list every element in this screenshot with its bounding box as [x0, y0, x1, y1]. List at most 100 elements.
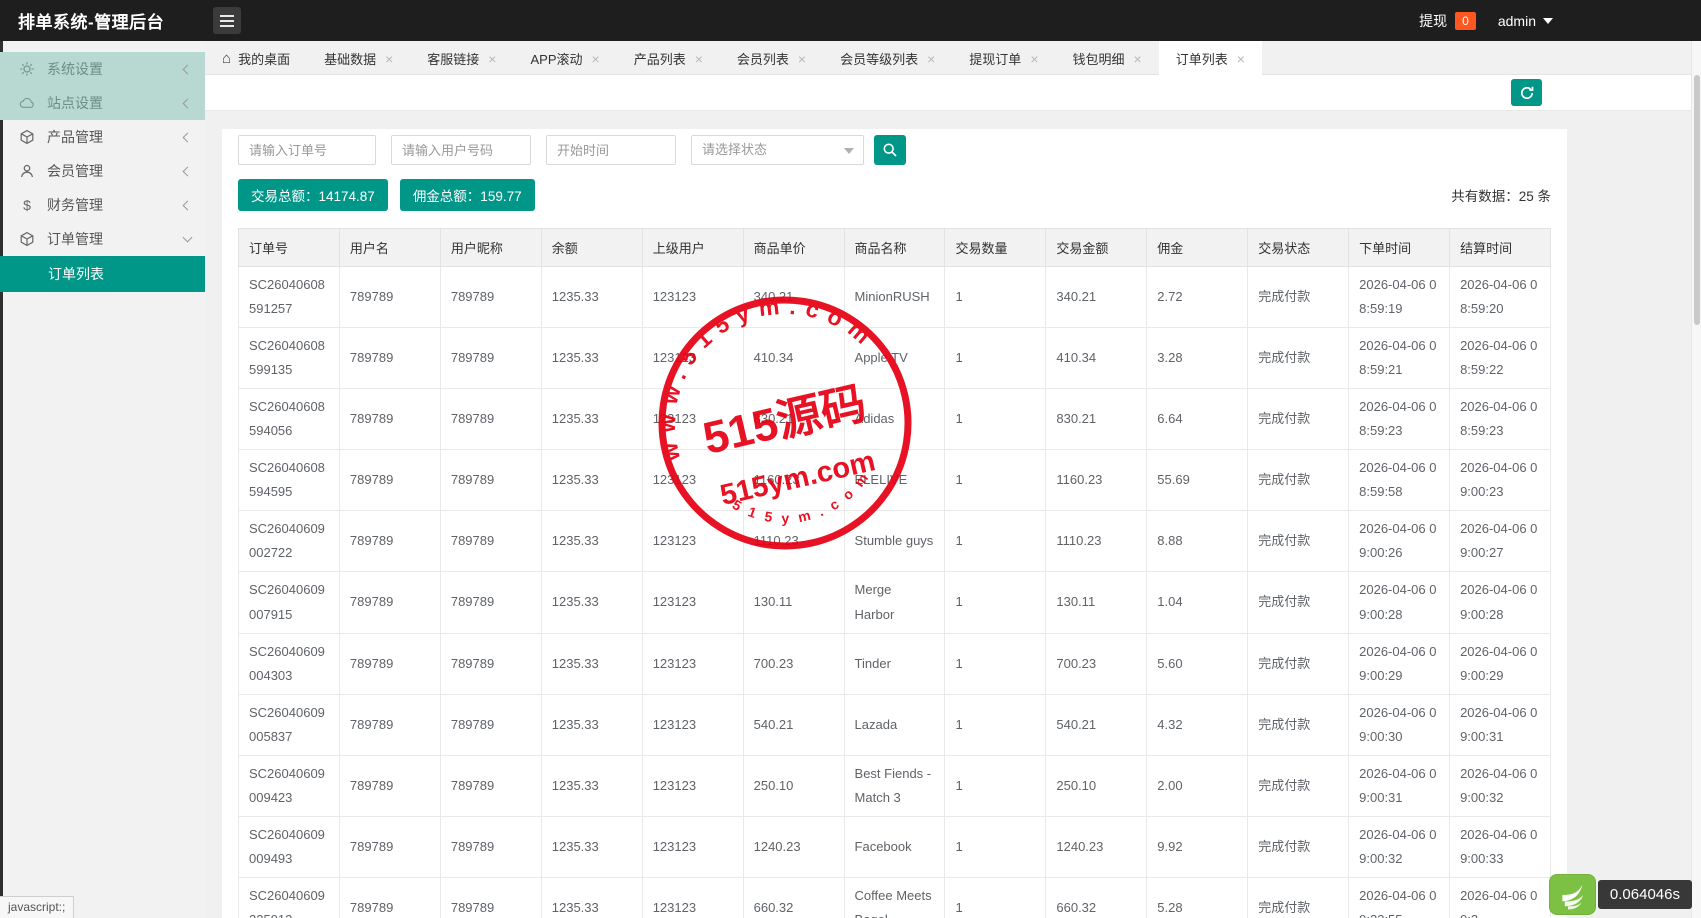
dollar-icon: $ — [18, 197, 35, 214]
table-cell: 789789 — [338, 754, 441, 817]
table-cell: 2026-04-06 08:59:23 — [1449, 388, 1551, 451]
table-cell: 1235.33 — [540, 815, 643, 878]
tab-close-icon[interactable]: × — [488, 51, 496, 67]
user-number-input[interactable] — [391, 135, 531, 165]
table-cell: 123123 — [641, 815, 744, 878]
table-cell: 540.21 — [742, 693, 845, 756]
refresh-button[interactable] — [1511, 79, 1542, 106]
table-cell: 2026-04-06 09:00:29 — [1348, 632, 1451, 695]
table-cell: 789789 — [439, 815, 542, 878]
tab-4[interactable]: ⌂ 产品列表 × — [617, 41, 720, 76]
svg-text:$: $ — [23, 197, 31, 213]
table-cell: 789789 — [338, 388, 441, 451]
table-cell: 完成付款 — [1247, 265, 1350, 329]
table-cell: 789789 — [338, 327, 441, 390]
table-cell: ELELIVE — [843, 449, 946, 512]
sidebar-item-3[interactable]: 会员管理 — [0, 154, 205, 188]
tab-8[interactable]: ⌂ 钱包明细 × — [1056, 41, 1159, 76]
table-cell: Stumble guys — [843, 510, 946, 573]
cube-icon — [18, 129, 35, 146]
table-row: SC26040609009493 789789 789789 1235.33 12312… — [238, 815, 1551, 878]
tab-close-icon[interactable]: × — [927, 51, 935, 67]
table-row: SC26040608591257 789789 789789 1235.33 12312… — [238, 265, 1551, 329]
tab-6[interactable]: ⌂ 会员等级列表 × — [823, 41, 952, 76]
total-commission-badge[interactable]: 佣金总额：159.77 — [399, 179, 535, 211]
withdraw-badge: 0 — [1455, 11, 1476, 30]
table-cell: 1 — [944, 754, 1047, 817]
column-header: 商品名称 — [843, 228, 946, 267]
search-form: 请选择状态 — [238, 135, 1551, 165]
sidebar-item-5[interactable]: 订单管理 — [0, 222, 205, 256]
table-cell: 2026-04-06 09:00:32 — [1348, 815, 1451, 878]
table-cell: SC26040609009423 — [238, 754, 340, 817]
tab-0[interactable]: ⌂ 我的桌面 — [205, 41, 307, 76]
column-header: 上级用户 — [641, 228, 744, 267]
table-cell: 2026-04-06 08:59:58 — [1348, 449, 1451, 512]
total-trade-badge[interactable]: 交易总额：14174.87 — [238, 179, 388, 211]
table-cell: 340.21 — [742, 265, 845, 329]
table-cell: 789789 — [338, 449, 441, 512]
table-cell: SC26040608594056 — [238, 388, 340, 451]
search-button[interactable] — [874, 135, 906, 165]
table-cell: 1235.33 — [540, 632, 643, 695]
table-cell: 2026-04-06 09:00:31 — [1348, 754, 1451, 817]
status-select[interactable]: 请选择状态 — [691, 135, 864, 165]
table-cell: 789789 — [439, 693, 542, 756]
tab-close-icon[interactable]: × — [1134, 51, 1142, 67]
tab-close-icon[interactable]: × — [695, 51, 703, 67]
sidebar-item-1[interactable]: 站点设置 — [0, 86, 205, 120]
sidebar-item-4[interactable]: $ 财务管理 — [0, 188, 205, 222]
table-cell: 1 — [944, 510, 1047, 573]
cube-icon — [18, 231, 35, 248]
tab-3[interactable]: ⌂ APP滚动 × — [513, 41, 616, 76]
table-cell: Lazada — [843, 693, 946, 756]
vertical-scrollbar[interactable] — [1691, 41, 1701, 918]
sidebar-subitem[interactable]: 订单列表 — [0, 256, 205, 292]
table-cell: 123123 — [641, 265, 744, 329]
table-cell: 789789 — [338, 693, 441, 756]
table-cell: SC26040608591257 — [238, 265, 340, 329]
start-time-input[interactable] — [546, 135, 676, 165]
tab-close-icon[interactable]: × — [1237, 51, 1245, 67]
tab-close-icon[interactable]: × — [592, 51, 600, 67]
sidebar: 系统设置 站点设置 产品管理 会员管理 $ 财务管理 订单管理 订单列表 — [0, 41, 205, 918]
table-cell: 1235.33 — [540, 327, 643, 390]
thinkphp-logo-icon[interactable] — [1548, 874, 1596, 915]
tab-close-icon[interactable]: × — [385, 51, 393, 67]
tab-close-icon[interactable]: × — [798, 51, 806, 67]
chevron-icon — [182, 232, 193, 243]
user-menu[interactable]: admin — [1498, 13, 1553, 29]
table-cell: 3.28 — [1146, 327, 1249, 390]
table-cell: SC26040609007915 — [238, 571, 340, 634]
tab-1[interactable]: ⌂ 基础数据 × — [307, 41, 410, 76]
exec-time-widget: 0.064046s — [1548, 874, 1692, 915]
withdraw-link[interactable]: 提现 0 — [1419, 11, 1476, 31]
chevron-icon — [182, 200, 193, 210]
hamburger-menu-icon[interactable] — [213, 7, 241, 34]
chevron-icon — [182, 166, 193, 176]
table-cell: 2026-04-06 09:00:23 — [1449, 449, 1551, 512]
tab-2[interactable]: ⌂ 客服链接 × — [410, 41, 513, 76]
table-cell: 1110.23 — [742, 510, 845, 573]
table-cell: 5.28 — [1146, 876, 1249, 918]
sidebar-item-2[interactable]: 产品管理 — [0, 120, 205, 154]
table-cell: 2026-04-06 09:00:30 — [1348, 693, 1451, 756]
table-cell: 2026-04-06 09:23:55 — [1348, 876, 1451, 918]
orders-table: 订单号 用户名 用户昵称 余额 上级用户 商品单价 商品名称 交易数量 交易金额 佣金 交易状态 下单… — [238, 228, 1551, 918]
tab-7[interactable]: ⌂ 提现订单 × — [952, 41, 1055, 76]
table-cell: 完成付款 — [1247, 693, 1350, 756]
table-cell: 1 — [944, 632, 1047, 695]
scrollbar-thumb[interactable] — [1694, 75, 1700, 325]
table-cell: 540.21 — [1045, 693, 1148, 756]
tab-close-icon[interactable]: × — [1030, 51, 1038, 67]
table-row: SC26040609007915 789789 789789 1235.33 12312… — [238, 571, 1551, 634]
table-row: SC26040608594595 789789 789789 1235.33 12312… — [238, 449, 1551, 512]
table-cell: 完成付款 — [1247, 876, 1350, 918]
tab-9[interactable]: ⌂ 订单列表 × — [1158, 41, 1262, 76]
table-cell: 700.23 — [742, 632, 845, 695]
order-number-input[interactable] — [238, 135, 376, 165]
table-cell: 8.88 — [1146, 510, 1249, 573]
table-cell: SC26040609002722 — [238, 510, 340, 573]
sidebar-item-0[interactable]: 系统设置 — [0, 52, 205, 86]
tab-5[interactable]: ⌂ 会员列表 × — [720, 41, 823, 76]
